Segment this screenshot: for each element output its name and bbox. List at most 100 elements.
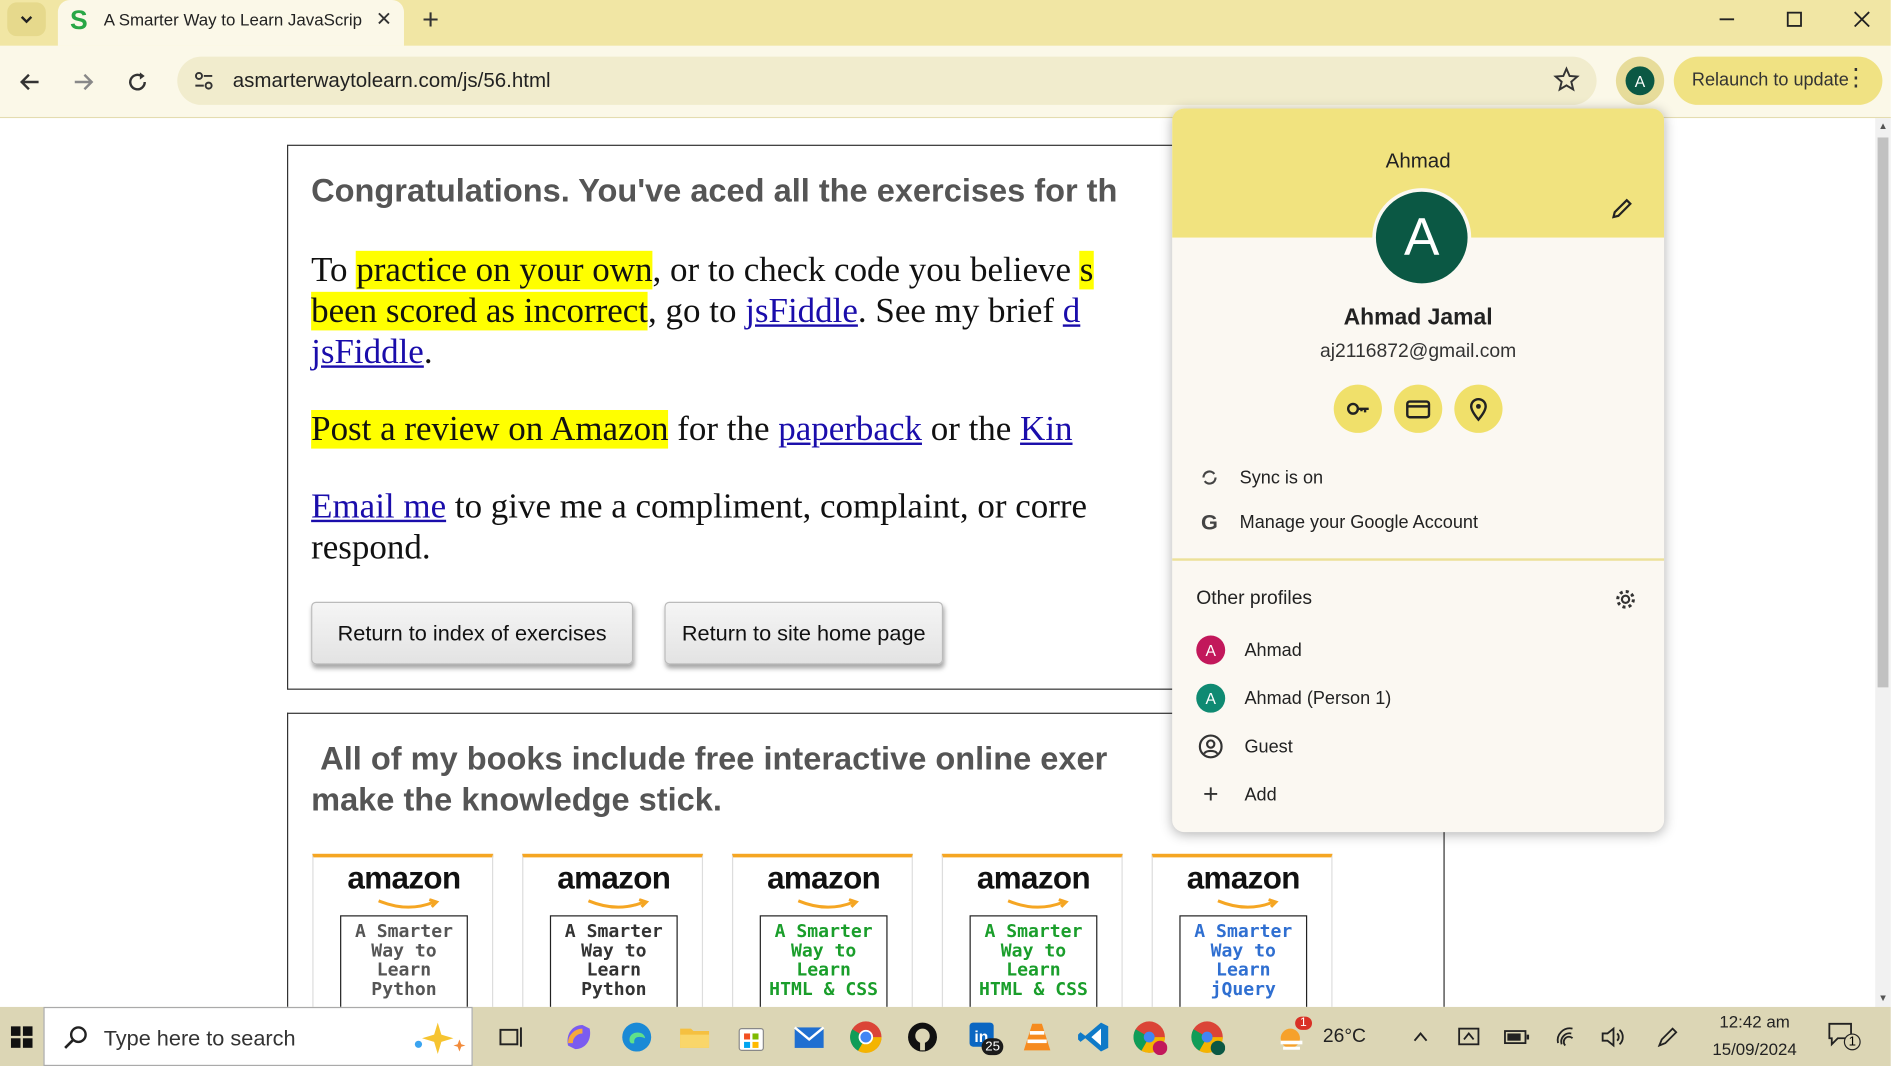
- amazon-logo-text: amazon: [347, 859, 461, 896]
- add-profile-row[interactable]: + Add: [1196, 779, 1277, 810]
- book-card[interactable]: amazon A Smarter Way to Learn HTML & CSS: [941, 853, 1123, 1007]
- github-icon: [908, 1022, 937, 1052]
- addresses-button[interactable]: [1454, 384, 1503, 433]
- arrow-left-icon: [20, 73, 39, 91]
- file-explorer-app[interactable]: [672, 1014, 718, 1060]
- chrome-active-app[interactable]: [1184, 1014, 1230, 1060]
- profile-name: Ahmad (Person 1): [1244, 687, 1392, 709]
- profile-item-ahmad-person1[interactable]: A Ahmad (Person 1): [1196, 683, 1391, 714]
- copilot-app[interactable]: [556, 1014, 602, 1060]
- profile-menu: Ahmad A Ahmad Jamal aj2116872@gmail.com …: [1172, 108, 1665, 833]
- sync-status-row[interactable]: Sync is on: [1196, 462, 1323, 493]
- linkedin-app[interactable]: in 25: [960, 1014, 1006, 1060]
- pen-button[interactable]: [1654, 1024, 1681, 1051]
- credit-card-icon: [1406, 400, 1431, 419]
- book-cover: A Smarter Way to Learn HTML & CSS: [759, 915, 888, 1007]
- tab-search-button[interactable]: [7, 2, 46, 37]
- scroll-down-icon[interactable]: ▼: [1875, 990, 1891, 1007]
- taskbar-search[interactable]: Type here to search: [43, 1006, 473, 1066]
- payment-methods-button[interactable]: [1394, 384, 1443, 433]
- demo-link[interactable]: d: [1063, 292, 1080, 331]
- clock-date[interactable]: 15/09/2024: [1700, 1039, 1809, 1058]
- active-tab[interactable]: S A Smarter Way to Learn JavaScript ✕: [57, 0, 404, 46]
- start-button[interactable]: [0, 1007, 43, 1066]
- mail-app[interactable]: [786, 1014, 832, 1060]
- new-tab-button[interactable]: +: [422, 4, 439, 38]
- forward-button[interactable]: [64, 63, 103, 102]
- vlc-app[interactable]: [1014, 1014, 1060, 1060]
- address-bar[interactable]: asmarterwaytolearn.com/js/56.html: [177, 56, 1597, 105]
- back-button[interactable]: [11, 63, 50, 102]
- kindle-link[interactable]: Kin: [1020, 410, 1072, 449]
- guest-profile-row[interactable]: Guest: [1196, 731, 1293, 762]
- site-settings-icon[interactable]: [192, 69, 216, 93]
- menu-divider: [1172, 558, 1665, 561]
- text: To: [311, 250, 357, 290]
- profile-item-ahmad[interactable]: A Ahmad: [1196, 634, 1302, 665]
- profile-button[interactable]: A: [1615, 56, 1665, 105]
- title-bar: S A Smarter Way to Learn JavaScript ✕ +: [0, 0, 1891, 46]
- scrollbar-thumb[interactable]: [1877, 137, 1889, 688]
- book-card[interactable]: amazon A Smarter Way to Learn Python: [522, 853, 704, 1007]
- text: respond.: [311, 528, 431, 567]
- book-card[interactable]: amazon A Smarter Way to Learn HTML & CSS: [731, 853, 913, 1007]
- book-cover: A Smarter Way to Learn Python: [549, 915, 678, 1007]
- maximize-button[interactable]: [1761, 0, 1829, 39]
- manage-account-row[interactable]: G Manage your Google Account: [1196, 506, 1478, 537]
- amazon-smile-icon: [1217, 898, 1279, 909]
- bookmark-star-icon[interactable]: [1553, 66, 1580, 93]
- gear-icon[interactable]: [1613, 587, 1637, 611]
- arrow-right-icon: [74, 73, 94, 91]
- tray-device-icon[interactable]: [1456, 1024, 1483, 1051]
- highlight-text: been scored as incorrect: [311, 291, 649, 331]
- plus-icon: +: [1202, 779, 1219, 810]
- vscode-app[interactable]: [1071, 1014, 1117, 1060]
- close-tab-icon[interactable]: ✕: [376, 7, 392, 31]
- return-index-button[interactable]: Return to index of exercises: [311, 601, 634, 665]
- scrollbar[interactable]: ▲ ▼: [1875, 118, 1891, 1007]
- scroll-up-icon[interactable]: ▲: [1875, 118, 1891, 135]
- clock-time[interactable]: 12:42 am: [1700, 1012, 1809, 1031]
- edit-pencil-icon[interactable]: [1609, 195, 1636, 222]
- book-title-line: Learn: [1006, 958, 1061, 981]
- paperback-link[interactable]: paperback: [778, 410, 922, 449]
- battery-button[interactable]: [1504, 1024, 1531, 1051]
- book-card[interactable]: amazon A Smarter Way to Learn Python: [312, 853, 494, 1007]
- weather-widget[interactable]: 1: [1269, 1014, 1315, 1060]
- notification-center-button[interactable]: 1: [1827, 1021, 1863, 1052]
- book-title-line: A Smarter: [774, 920, 873, 942]
- jsfiddle-link[interactable]: jsFiddle: [745, 292, 858, 331]
- chrome-app[interactable]: [843, 1014, 889, 1060]
- book-title-line: A Smarter: [354, 920, 453, 942]
- tab-title: A Smarter Way to Learn JavaScript: [103, 9, 362, 29]
- books-heading-line1: All of my books include free interactive…: [311, 740, 1107, 777]
- text: to give me a compliment, complaint, or c…: [446, 487, 1088, 526]
- show-hidden-icons[interactable]: [1407, 1024, 1434, 1051]
- linkedin-badge: 25: [981, 1038, 1004, 1056]
- relaunch-button[interactable]: Relaunch to update ⋮: [1673, 56, 1883, 105]
- email-link[interactable]: Email me: [311, 487, 446, 526]
- profile-header-name: Ahmad: [1385, 149, 1451, 173]
- reload-button[interactable]: [118, 63, 157, 102]
- microsoft-store-app[interactable]: [728, 1014, 774, 1060]
- book-title-line: Python: [581, 977, 647, 1000]
- chrome-profile-app[interactable]: [1126, 1014, 1172, 1060]
- text: . See my brief: [857, 291, 1063, 331]
- book-title-line: Way to: [790, 939, 857, 962]
- more-menu-icon[interactable]: ⋮: [1844, 66, 1868, 90]
- wifi-button[interactable]: [1553, 1024, 1580, 1051]
- book-title-line: Python: [371, 977, 437, 1000]
- volume-button[interactable]: [1600, 1024, 1627, 1051]
- jsfiddle-demo-link[interactable]: jsFiddle: [311, 333, 424, 372]
- return-home-button[interactable]: Return to site home page: [664, 601, 944, 665]
- passwords-button[interactable]: [1333, 384, 1382, 433]
- close-window-button[interactable]: [1828, 0, 1891, 39]
- minimize-button[interactable]: [1693, 0, 1761, 39]
- edge-app[interactable]: [614, 1014, 660, 1060]
- github-app[interactable]: [900, 1014, 946, 1060]
- book-card[interactable]: amazon A Smarter Way to Learn jQuery: [1151, 853, 1333, 1007]
- book-title-line: Way to: [371, 939, 437, 962]
- chevron-up-icon: [1413, 1031, 1428, 1042]
- task-view-button[interactable]: [488, 1014, 534, 1060]
- key-icon: [1346, 402, 1369, 415]
